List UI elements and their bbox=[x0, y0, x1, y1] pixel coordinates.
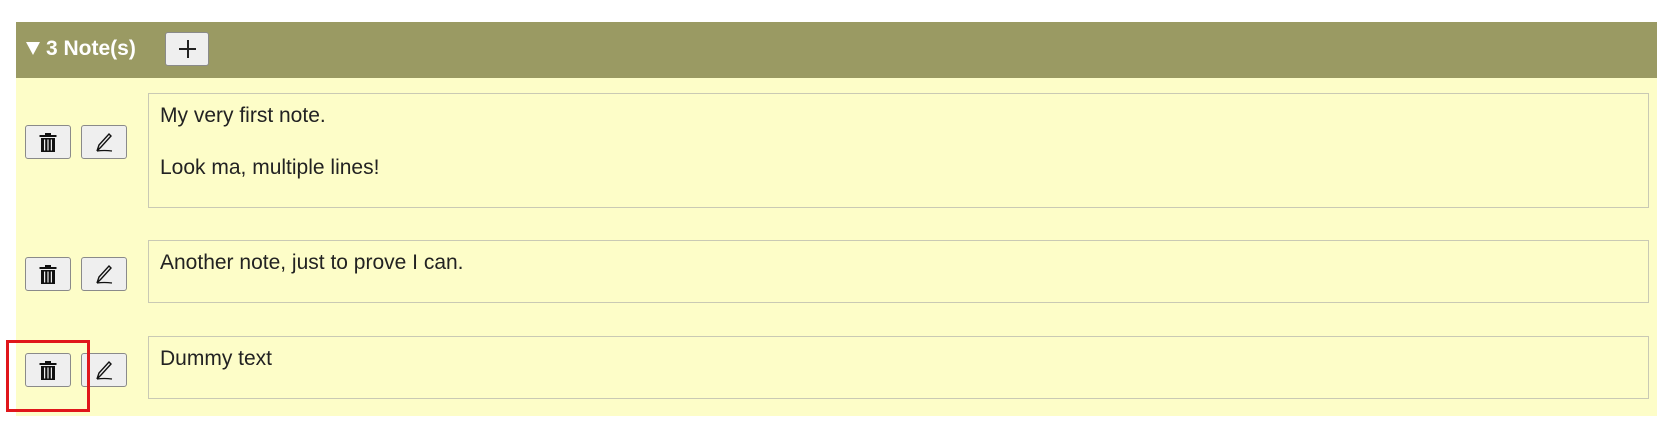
note-line: My very first note. bbox=[160, 104, 326, 127]
edit-note-button-2[interactable] bbox=[81, 257, 127, 291]
delete-note-button-1[interactable] bbox=[25, 125, 71, 159]
notes-panel: 3 Note(s) My very first note. Look ma, m… bbox=[16, 22, 1657, 416]
edit-note-button-1[interactable] bbox=[81, 125, 127, 159]
note-content-3[interactable]: Dummy text bbox=[148, 336, 1649, 399]
notes-count-title: 3 Note(s) bbox=[46, 37, 136, 60]
notes-panel-header[interactable]: 3 Note(s) bbox=[16, 22, 1657, 78]
highlight-box bbox=[6, 340, 90, 412]
note-line: Look ma, multiple lines! bbox=[160, 156, 380, 179]
trash-icon bbox=[39, 133, 57, 152]
pencil-icon bbox=[96, 264, 113, 284]
note-line: Another note, just to prove I can. bbox=[160, 251, 464, 274]
note-content-1[interactable]: My very first note. Look ma, multiple li… bbox=[148, 93, 1649, 208]
trash-icon bbox=[39, 265, 57, 284]
pencil-icon bbox=[96, 132, 113, 152]
note-line: Dummy text bbox=[160, 347, 273, 370]
note-content-2[interactable]: Another note, just to prove I can. bbox=[148, 240, 1649, 303]
delete-note-button-2[interactable] bbox=[25, 257, 71, 291]
collapse-triangle-icon[interactable] bbox=[26, 42, 40, 55]
add-note-button[interactable] bbox=[165, 32, 209, 66]
